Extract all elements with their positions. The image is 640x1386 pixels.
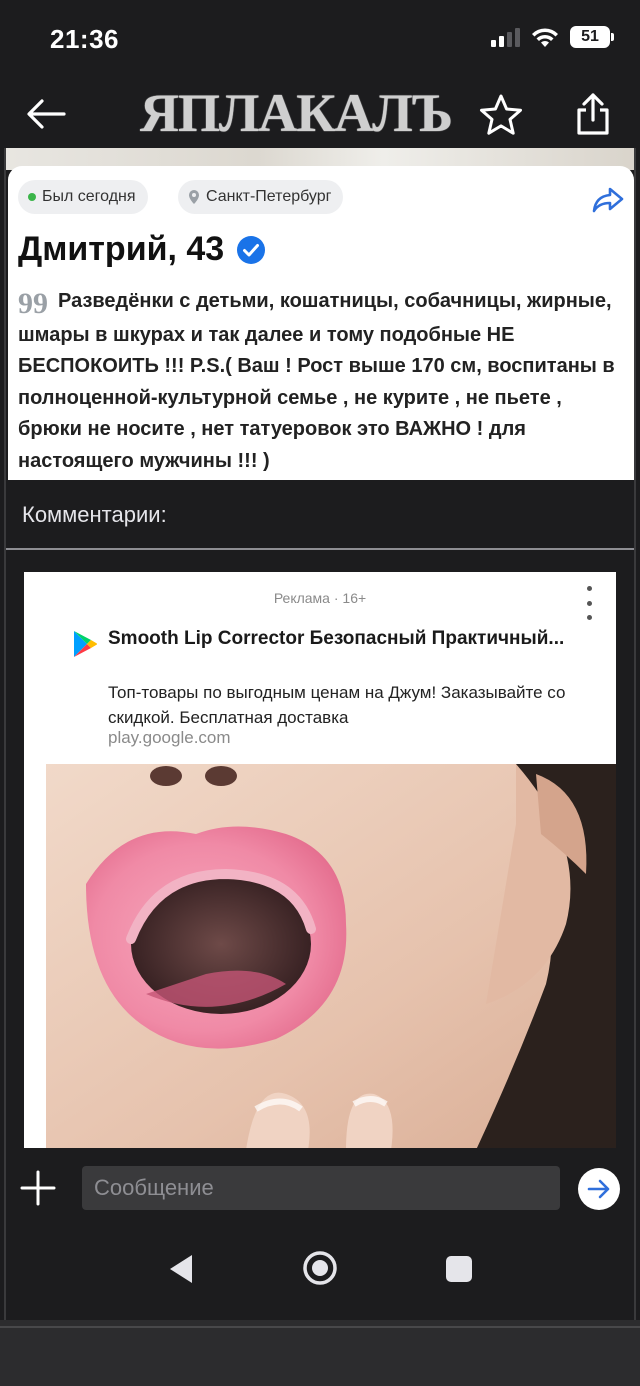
share-button[interactable]	[568, 88, 618, 140]
frame-edge	[4, 148, 6, 1320]
profile-name: Дмитрий, 43	[18, 230, 225, 268]
city-text: Санкт-Петербург	[206, 188, 332, 205]
ad-label: Реклама · 16+	[273, 590, 367, 606]
battery-icon: 51	[570, 26, 614, 48]
nav-home-icon[interactable]	[302, 1250, 338, 1286]
wifi-icon	[532, 28, 558, 47]
online-status-text: Был сегодня	[42, 188, 136, 205]
favorite-button[interactable]	[476, 90, 526, 140]
app-header: ЯПЛАКАЛЪ	[0, 80, 640, 148]
site-logo[interactable]: ЯПЛАКАЛЪ	[140, 82, 453, 144]
frame-edge	[634, 148, 636, 1320]
ad-image[interactable]	[46, 764, 616, 1150]
status-time: 21:36	[50, 24, 119, 54]
arrow-right-icon	[587, 1179, 610, 1199]
nav-recent-icon[interactable]	[446, 1256, 472, 1282]
google-play-icon	[74, 631, 97, 657]
bottom-area	[0, 1320, 640, 1386]
status-bar: 21:36 51	[0, 0, 640, 80]
signal-icon	[491, 27, 520, 47]
comments-heading: Комментарии:	[22, 502, 167, 527]
android-nav-bar	[4, 1230, 636, 1320]
city-chip: Санкт-Петербург	[178, 180, 344, 214]
ad-domain[interactable]: play.google.com	[108, 728, 231, 748]
share-arrow-icon[interactable]	[592, 186, 624, 214]
message-bar	[4, 1148, 636, 1230]
location-pin-icon	[189, 190, 199, 204]
more-menu-icon[interactable]	[582, 586, 596, 620]
bottom-divider	[0, 1326, 640, 1328]
message-input[interactable]	[82, 1166, 560, 1210]
divider	[4, 548, 634, 550]
profile-card: Был сегодня Санкт-Петербург Дмитрий, 43 …	[8, 166, 634, 480]
profile-about: 99 Разведёнки с детьми, кошатницы, собачн…	[18, 286, 626, 477]
profile-about-text: Разведёнки с детьми, кошатницы, собачниц…	[18, 290, 615, 472]
ad-description: Топ-товары по выгодным ценам на Джум! За…	[108, 683, 566, 727]
plus-icon[interactable]	[18, 1168, 58, 1208]
status-icons: 51	[491, 26, 614, 48]
online-dot-icon	[28, 193, 36, 201]
online-status-chip: Был сегодня	[18, 180, 148, 214]
ad-title[interactable]: Smooth Lip Corrector Безопасный Практичн…	[108, 626, 578, 652]
profile-name-row: Дмитрий, 43	[18, 230, 266, 269]
send-button[interactable]	[578, 1168, 620, 1210]
shared-screenshot: Был сегодня Санкт-Петербург Дмитрий, 43 …	[4, 148, 636, 1320]
back-button[interactable]	[22, 90, 70, 138]
star-icon	[480, 94, 522, 135]
ad-card[interactable]: Реклама · 16+ Smooth Lip Corrector Безоп…	[24, 572, 616, 1150]
quote-icon: 99	[18, 287, 48, 320]
share-icon	[577, 93, 609, 135]
nav-back-icon[interactable]	[166, 1252, 196, 1286]
battery-level: 51	[581, 28, 599, 45]
lip-corrector-photo	[46, 764, 616, 1150]
arrow-left-icon	[27, 99, 66, 129]
verified-badge-icon	[237, 235, 266, 264]
